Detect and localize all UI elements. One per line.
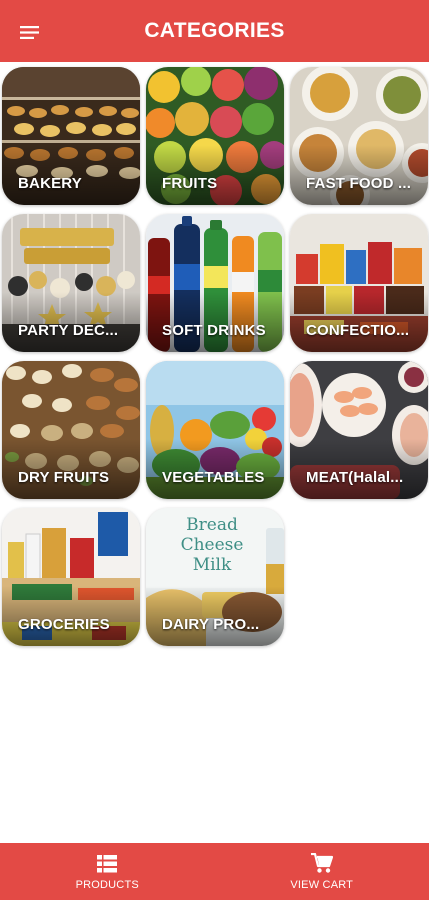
category-label: DRY FRUITS	[18, 469, 110, 486]
category-label: CONFECTIO...	[306, 322, 410, 339]
category-label: BAKERY	[18, 175, 82, 192]
category-label: FRUITS	[162, 175, 218, 192]
dairy-art-word-cheese: Cheese	[181, 535, 244, 555]
menu-button[interactable]	[12, 15, 46, 49]
category-tile-dairy[interactable]: Bread Cheese Milk DAIRY PRO...	[146, 508, 284, 646]
nav-view-cart-label: VIEW CART	[290, 878, 354, 891]
category-tile-fruits[interactable]: FRUITS	[146, 67, 284, 205]
nav-products-label: PRODUCTS	[75, 878, 139, 891]
category-label: FAST FOOD ...	[306, 175, 412, 192]
category-tile-confectionery[interactable]: CONFECTIO...	[290, 214, 428, 352]
nav-products[interactable]: PRODUCTS	[0, 843, 215, 900]
list-grid-icon	[97, 853, 118, 875]
bottom-navigation: PRODUCTS VIEW CART	[0, 843, 429, 900]
category-tile-meat[interactable]: MEAT(Halal...	[290, 361, 428, 499]
nav-view-cart[interactable]: VIEW CART	[215, 843, 429, 900]
category-grid: BAKERY FRUITS FAST FOOD ... PARTY DEC...…	[2, 67, 428, 646]
category-tile-fast-food[interactable]: FAST FOOD ...	[290, 67, 428, 205]
dairy-art-word-milk: Milk	[193, 555, 232, 575]
category-tile-party-decoration[interactable]: PARTY DEC...	[2, 214, 140, 352]
category-label: DAIRY PRO...	[162, 616, 260, 633]
category-tile-groceries[interactable]: GROCERIES	[2, 508, 140, 646]
category-tile-vegetables[interactable]: VEGETABLES	[146, 361, 284, 499]
category-tile-soft-drinks[interactable]: SOFT DRINKS	[146, 214, 284, 352]
category-tile-bakery[interactable]: BAKERY	[2, 67, 140, 205]
dairy-art-word-bread: Bread	[186, 515, 238, 535]
category-label: GROCERIES	[18, 616, 110, 633]
page-title: CATEGORIES	[144, 19, 285, 42]
category-label: SOFT DRINKS	[162, 322, 266, 339]
category-label: PARTY DEC...	[18, 322, 119, 339]
category-tile-dry-fruits[interactable]: DRY FRUITS	[2, 361, 140, 499]
hamburger-menu-icon	[19, 25, 39, 39]
category-label: MEAT(Halal...	[306, 469, 404, 486]
category-label: VEGETABLES	[162, 469, 265, 486]
shopping-cart-icon	[310, 853, 333, 875]
app-bar: CATEGORIES	[0, 0, 429, 62]
